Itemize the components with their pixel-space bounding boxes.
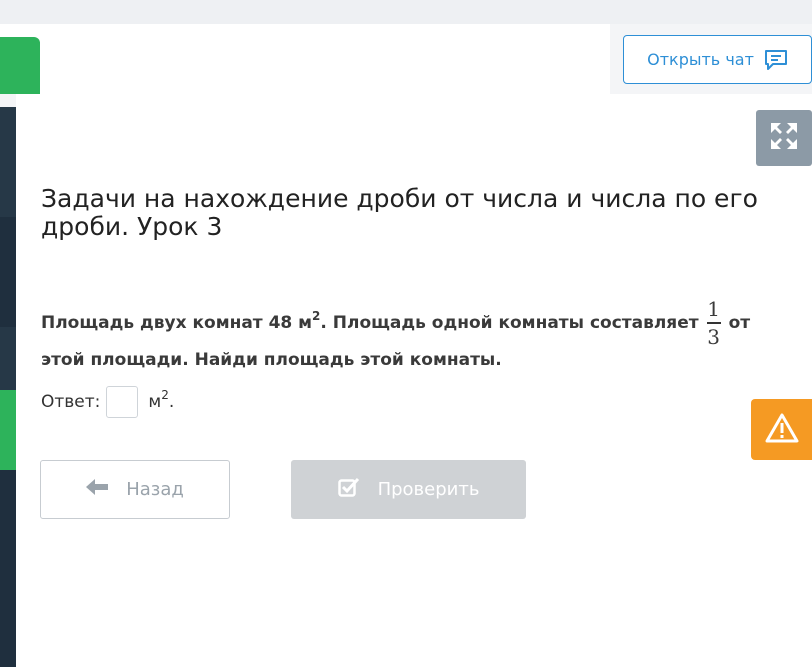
fullscreen-button[interactable] [756, 110, 812, 166]
report-problem-button[interactable] [751, 399, 812, 460]
lesson-title: Задачи на нахождение дроби от числа и чи… [41, 184, 758, 241]
fraction-bar [706, 322, 721, 324]
answer-unit-suffix: . [168, 392, 175, 412]
question-part3: от [728, 313, 751, 333]
check-button[interactable]: Проверить [291, 460, 526, 519]
sidebar-item[interactable] [0, 470, 16, 667]
question-sup: 2 [312, 309, 321, 323]
sidebar-item[interactable] [0, 217, 16, 327]
green-tab[interactable] [0, 37, 40, 94]
answer-label: Ответ: [41, 392, 101, 412]
sidebar-item[interactable] [0, 107, 16, 217]
question-part2: . Площадь одной комнаты составляет [320, 313, 699, 333]
header-panel [0, 24, 610, 94]
open-chat-button[interactable]: Открыть чат [623, 35, 812, 84]
answer-unit-sup: 2 [161, 388, 169, 402]
lesson-content [16, 94, 812, 667]
fraction-numerator: 1 [707, 297, 720, 322]
question-text: Площадь двух комнат 48 м2. Площадь одной… [41, 292, 801, 372]
back-button[interactable]: Назад [40, 460, 230, 519]
sidebar-item-active[interactable] [0, 390, 16, 470]
warning-triangle-icon [765, 413, 799, 447]
check-square-icon [337, 477, 360, 502]
answer-input[interactable] [106, 386, 139, 418]
sidebar-item[interactable] [0, 327, 16, 390]
question-part1: Площадь двух комнат 48 м [41, 313, 313, 333]
back-label: Назад [126, 479, 184, 500]
top-bar [0, 0, 812, 24]
open-chat-label: Открыть чат [647, 50, 754, 69]
chat-bubble-icon [764, 49, 788, 71]
answer-unit: м [148, 392, 162, 412]
check-label: Проверить [377, 479, 480, 500]
answer-row: Ответ: м2. [41, 386, 174, 418]
arrow-left-icon [86, 479, 109, 500]
fraction: 1 3 [706, 297, 721, 349]
expand-arrows-icon [769, 121, 799, 155]
fraction-denominator: 3 [707, 324, 720, 349]
